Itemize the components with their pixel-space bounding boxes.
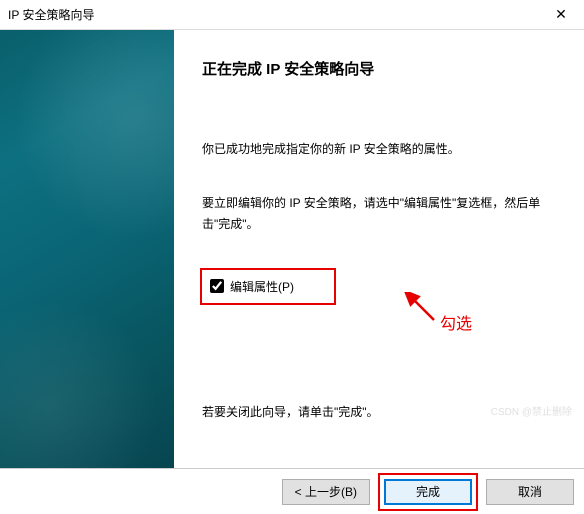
finish-highlight: 完成 [378, 473, 478, 511]
main-panel: 正在完成 IP 安全策略向导 你已成功地完成指定你的新 IP 安全策略的属性。 … [174, 30, 584, 468]
cancel-button[interactable]: 取消 [486, 479, 574, 505]
instruction-text: 要立即编辑你的 IP 安全策略，请选中"编辑属性"复选框，然后单击"完成"。 [202, 193, 556, 236]
title-bar: IP 安全策略向导 ✕ [0, 0, 584, 30]
watermark: CSDN @禁止删除 [491, 403, 572, 418]
page-heading: 正在完成 IP 安全策略向导 [202, 58, 556, 79]
success-message: 你已成功地完成指定你的新 IP 安全策略的属性。 [202, 139, 556, 161]
edit-properties-checkbox[interactable] [210, 279, 224, 293]
checkbox-label: 编辑属性(P) [230, 278, 294, 295]
edit-properties-checkbox-row[interactable]: 编辑属性(P) [200, 268, 336, 305]
back-button[interactable]: < 上一步(B) [282, 479, 370, 505]
close-button[interactable]: ✕ [538, 0, 584, 30]
wizard-sidebar-image [0, 30, 174, 468]
content-area: 正在完成 IP 安全策略向导 你已成功地完成指定你的新 IP 安全策略的属性。 … [0, 30, 584, 468]
close-hint-text: 若要关闭此向导，请单击"完成"。 [202, 403, 379, 420]
arrow-icon [404, 292, 444, 332]
close-icon: ✕ [555, 6, 567, 23]
footer: < 上一步(B) 完成 取消 [0, 468, 584, 514]
annotation-label: 勾选 [440, 310, 472, 334]
window-title: IP 安全策略向导 [8, 6, 94, 23]
finish-button[interactable]: 完成 [384, 479, 472, 505]
